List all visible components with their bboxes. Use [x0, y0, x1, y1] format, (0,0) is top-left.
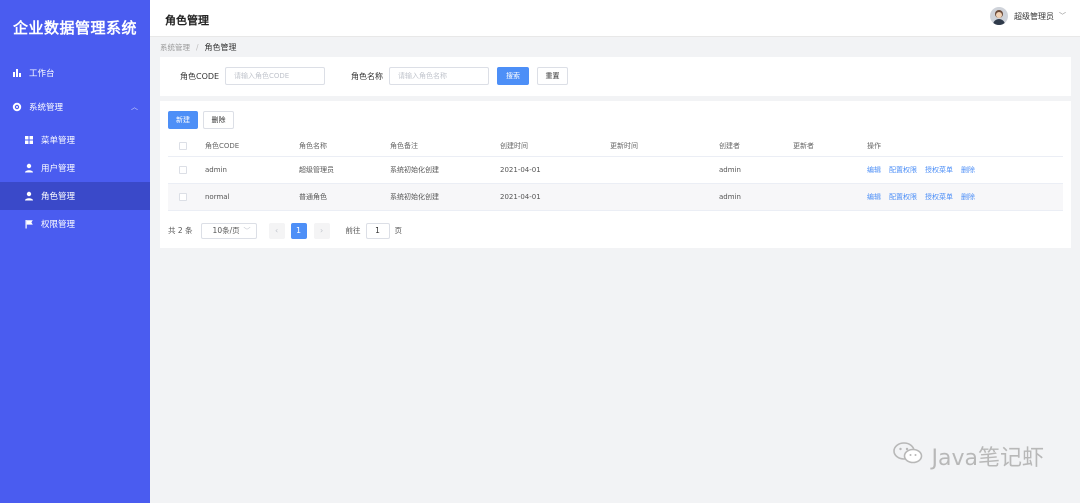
prev-page-button[interactable]: ‹ — [268, 222, 285, 239]
watermark: Java笔记虾 — [892, 440, 1044, 472]
page-size-select[interactable]: 10条/页 ﹀ — [200, 222, 257, 239]
role-remark-cell: 系统初始化创建 — [390, 193, 439, 201]
sidebar-item-label: 权限管理 — [41, 220, 76, 230]
column-header: 角色名称 — [299, 141, 327, 150]
column-header: 更新者 — [793, 141, 814, 150]
role-name-input[interactable]: 请输入角色名称 — [389, 67, 489, 85]
breadcrumb: 系统管理 / 角色管理 — [160, 42, 237, 53]
page-jump-input[interactable]: 1 — [365, 222, 390, 239]
role-remark-cell: 系统初始化创建 — [390, 166, 439, 174]
created-time-cell: 2021-04-01 — [500, 166, 541, 174]
page-number-button[interactable]: 1 — [290, 222, 307, 239]
configure-permissions-link[interactable]: 配置权限 — [889, 166, 917, 174]
row-checkbox[interactable] — [179, 193, 187, 201]
role-name-label: 角色名称 — [351, 72, 383, 81]
goto-label: 前往 — [345, 226, 361, 235]
column-header: 更新时间 — [610, 141, 638, 150]
chevron-down-icon: ﹀ — [243, 226, 251, 235]
role-code-label: 角色CODE — [180, 72, 220, 81]
chevron-down-icon[interactable]: ﹀ — [1059, 11, 1066, 21]
creator-cell: admin — [719, 193, 741, 201]
top-header: 角色管理 超级管理员 ﹀ — [150, 0, 1080, 37]
total-count: 共 2 条 — [168, 226, 193, 235]
page-title: 角色管理 — [165, 14, 209, 27]
page-suffix: 页 — [394, 226, 403, 235]
user-menu[interactable]: 超级管理员 ﹀ — [990, 7, 1066, 25]
column-header: 角色备注 — [390, 141, 418, 150]
sidebar-item-label: 角色管理 — [41, 192, 76, 202]
breadcrumb-parent[interactable]: 系统管理 — [160, 42, 190, 53]
sidebar-item-label: 菜单管理 — [41, 136, 76, 146]
reset-button[interactable]: 重置 — [537, 67, 568, 85]
breadcrumb-current: 角色管理 — [204, 43, 237, 52]
actions-cell: 编辑 配置权限 授权菜单 删除 — [867, 192, 983, 202]
column-header: 创建者 — [719, 141, 740, 150]
chevron-up-icon: ︿ — [131, 103, 138, 111]
next-page-button[interactable]: › — [313, 222, 330, 239]
configure-permissions-link[interactable]: 配置权限 — [889, 193, 917, 201]
table-row: normal 普通角色 系统初始化创建 2021-04-01 admin 编辑配… — [168, 184, 1063, 211]
edit-link[interactable]: 编辑 — [867, 166, 881, 174]
user-icon — [24, 191, 34, 201]
sidebar-nav: 工作台 系统管理 ︿ 菜单管理 用户管理 角色管理 权限管理 — [0, 58, 150, 238]
table-header-row: 角色CODE 角色名称 角色备注 创建时间 更新时间 创建者 更新者 操作 — [168, 135, 1063, 157]
search-button[interactable]: 搜索 — [497, 67, 529, 85]
creator-cell: admin — [719, 166, 741, 174]
created-time-cell: 2021-04-01 — [500, 193, 541, 201]
role-name-cell: 超级管理员 — [299, 166, 334, 174]
sidebar-item-dashboard[interactable]: 工作台 — [0, 58, 150, 88]
add-button[interactable]: 新建 — [168, 111, 198, 129]
user-name[interactable]: 超级管理员 — [1014, 11, 1054, 22]
app-title: 企业数据管理系统 — [12, 18, 137, 37]
sidebar-item-label: 系统管理 — [29, 103, 64, 113]
sidebar-item-roles[interactable]: 角色管理 — [0, 182, 150, 210]
table-row: admin 超级管理员 系统初始化创建 2021-04-01 admin 编辑配… — [168, 157, 1063, 184]
sidebar-item-menu[interactable]: 菜单管理 — [0, 126, 150, 154]
sidebar-item-permissions[interactable]: 权限管理 — [0, 210, 150, 238]
authorize-menu-link[interactable]: 授权菜单 — [925, 166, 953, 174]
grid-icon — [24, 135, 34, 145]
delete-button[interactable]: 删除 — [203, 111, 234, 129]
breadcrumb-separator: / — [196, 43, 199, 52]
edit-link[interactable]: 编辑 — [867, 193, 881, 201]
delete-link[interactable]: 删除 — [961, 166, 975, 174]
gear-icon — [12, 102, 22, 112]
sidebar: 企业数据管理系统 工作台 系统管理 ︿ 菜单管理 用户管理 角色管理 权限管理 — [0, 0, 150, 503]
page-size-value: 10条/页 — [212, 226, 240, 235]
pagination: 共 2 条 10条/页 ﹀ ‹ 1 › 前往 1 页 — [168, 222, 402, 239]
role-code-cell: admin — [205, 166, 227, 174]
sidebar-item-system[interactable]: 系统管理 ︿ — [0, 92, 150, 122]
sidebar-item-label: 用户管理 — [41, 164, 76, 174]
column-header: 创建时间 — [500, 141, 528, 150]
role-code-input[interactable]: 请输入角色CODE — [225, 67, 325, 85]
sidebar-item-label: 工作台 — [29, 69, 55, 79]
user-icon — [24, 163, 34, 173]
role-code-cell: normal — [205, 193, 230, 201]
table-panel: 新建 删除 角色CODE 角色名称 角色备注 创建时间 更新时间 创建者 更新者… — [160, 101, 1071, 248]
flag-icon — [24, 219, 34, 229]
column-header: 操作 — [867, 141, 881, 150]
actions-cell: 编辑 配置权限 授权菜单 删除 — [867, 165, 983, 175]
sidebar-item-users[interactable]: 用户管理 — [0, 154, 150, 182]
select-all-checkbox[interactable] — [179, 141, 187, 150]
delete-link[interactable]: 删除 — [961, 193, 975, 201]
watermark-text: Java笔记虾 — [931, 446, 1044, 471]
authorize-menu-link[interactable]: 授权菜单 — [925, 193, 953, 201]
wechat-icon — [892, 440, 924, 472]
bar-chart-icon — [12, 68, 22, 78]
roles-table: 角色CODE 角色名称 角色备注 创建时间 更新时间 创建者 更新者 操作 ad… — [168, 135, 1063, 211]
role-name-cell: 普通角色 — [299, 193, 327, 201]
search-panel: 角色CODE 请输入角色CODE 角色名称 请输入角色名称 搜索 重置 — [160, 57, 1071, 96]
row-checkbox[interactable] — [179, 166, 187, 174]
column-header: 角色CODE — [205, 141, 240, 150]
avatar[interactable] — [990, 7, 1008, 25]
